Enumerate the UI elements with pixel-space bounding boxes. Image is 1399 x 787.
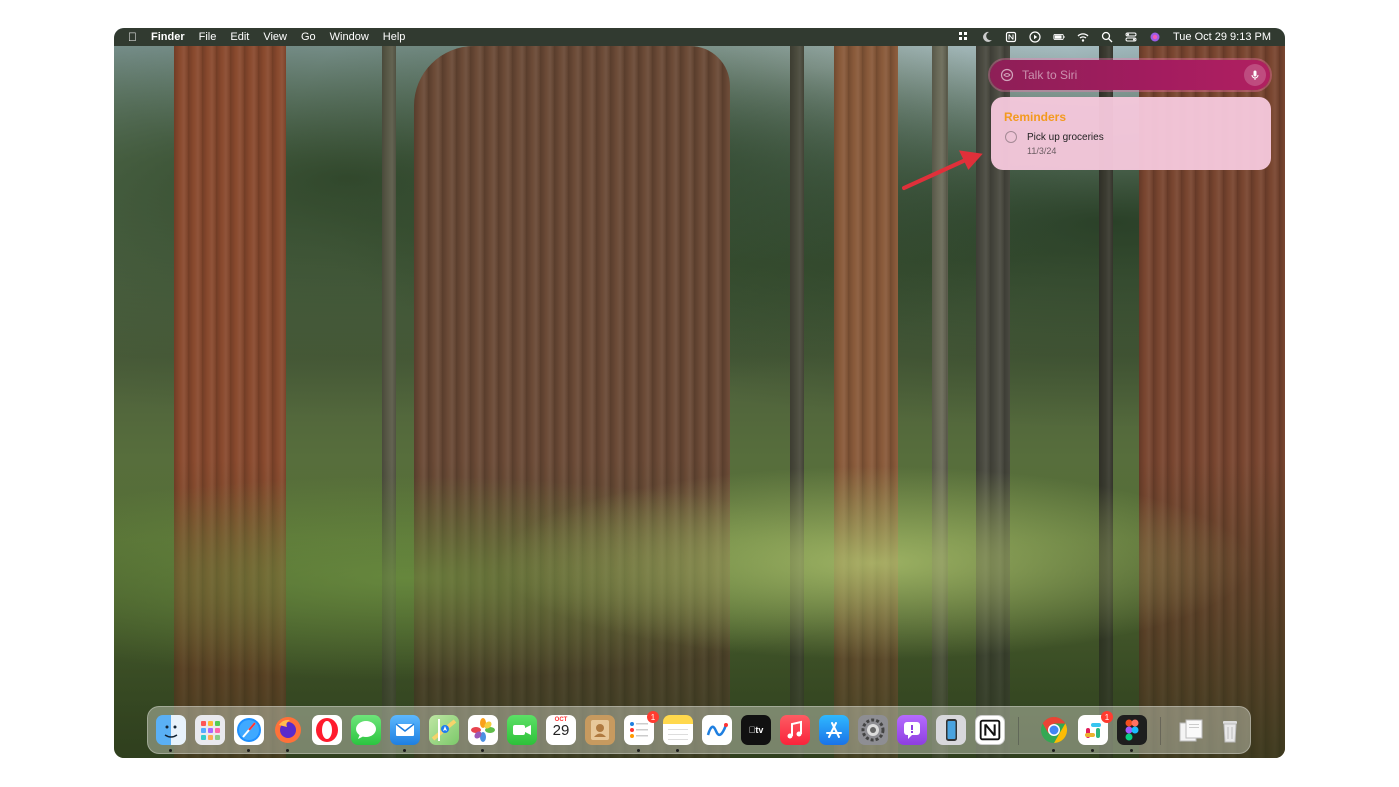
menu-bar:  Finder File Edit View Go Window Help (114, 28, 1285, 46)
apple-menu-icon[interactable]:  (128, 30, 137, 44)
app-name-menu[interactable]: Finder (151, 31, 185, 43)
dock-iphone-mirroring-icon[interactable] (936, 715, 966, 745)
reminder-item-label: Pick up groceries (1027, 132, 1104, 143)
search-icon[interactable] (1101, 31, 1113, 43)
dock-mail-icon[interactable] (390, 715, 420, 745)
siri-input[interactable]: Talk to Siri (1022, 68, 1244, 82)
annotation-arrow-icon (902, 150, 983, 190)
dock-photos-icon[interactable] (468, 715, 498, 745)
menu-help[interactable]: Help (383, 31, 406, 43)
moon-icon[interactable] (981, 31, 993, 43)
dock-notion-icon[interactable] (975, 715, 1005, 745)
dock-firefox-icon[interactable] (273, 715, 303, 745)
dock-chrome-icon[interactable] (1039, 715, 1069, 745)
play-icon[interactable] (1029, 31, 1041, 43)
dock-calendar-icon[interactable]: OCT 29 (546, 715, 576, 745)
dock-launchpad-icon[interactable] (195, 715, 225, 745)
dock-freeform-icon[interactable] (702, 715, 732, 745)
dock: OCT 29 1 tv (147, 706, 1251, 754)
reminder-due-date: 11/3/24 (1027, 146, 1057, 156)
desktop-screen:  Finder File Edit View Go Window Help (114, 28, 1285, 758)
menubar-clock[interactable]: Tue Oct 29 9:13 PM (1173, 31, 1271, 43)
dock-trash-icon[interactable] (1215, 715, 1245, 745)
siri-input-bar[interactable]: Talk to Siri (990, 60, 1270, 90)
menu-edit[interactable]: Edit (230, 31, 249, 43)
siri-orb-icon (1000, 68, 1014, 82)
dock-notes-icon[interactable] (663, 715, 693, 745)
calendar-day: 29 (552, 722, 570, 739)
grid-icon[interactable] (957, 31, 969, 43)
dock-contacts-icon[interactable] (585, 715, 615, 745)
reminders-snippet[interactable]: Reminders Pick up groceries 11/3/24 (991, 97, 1271, 170)
menu-view[interactable]: View (263, 31, 287, 43)
dock-figma-icon[interactable] (1117, 715, 1147, 745)
battery-icon[interactable] (1053, 31, 1065, 43)
microphone-icon[interactable] (1244, 64, 1266, 86)
slack-badge: 1 (1101, 711, 1113, 723)
dock-appstore-icon[interactable] (819, 715, 849, 745)
dock-safari-icon[interactable] (234, 715, 264, 745)
notion-menubar-icon[interactable] (1005, 31, 1017, 43)
reminders-badge: 1 (647, 711, 659, 723)
dock-feedback-icon[interactable] (897, 715, 927, 745)
dock-facetime-icon[interactable] (507, 715, 537, 745)
dock-settings-icon[interactable] (858, 715, 888, 745)
menu-file[interactable]: File (199, 31, 217, 43)
dock-music-icon[interactable] (780, 715, 810, 745)
dock-finder-icon[interactable] (156, 715, 186, 745)
dock-opera-icon[interactable] (312, 715, 342, 745)
menu-go[interactable]: Go (301, 31, 316, 43)
reminder-checkbox[interactable] (1005, 131, 1017, 143)
control-center-icon[interactable] (1125, 31, 1137, 43)
reminders-title: Reminders (1004, 110, 1067, 124)
dock-appletv-icon[interactable]: tv (741, 715, 771, 745)
dock-maps-icon[interactable] (429, 715, 459, 745)
dock-downloads-stack-icon[interactable] (1176, 715, 1206, 745)
dock-messages-icon[interactable] (351, 715, 381, 745)
menu-window[interactable]: Window (330, 31, 369, 43)
siri-menubar-icon[interactable] (1149, 31, 1161, 43)
wifi-icon[interactable] (1077, 31, 1089, 43)
